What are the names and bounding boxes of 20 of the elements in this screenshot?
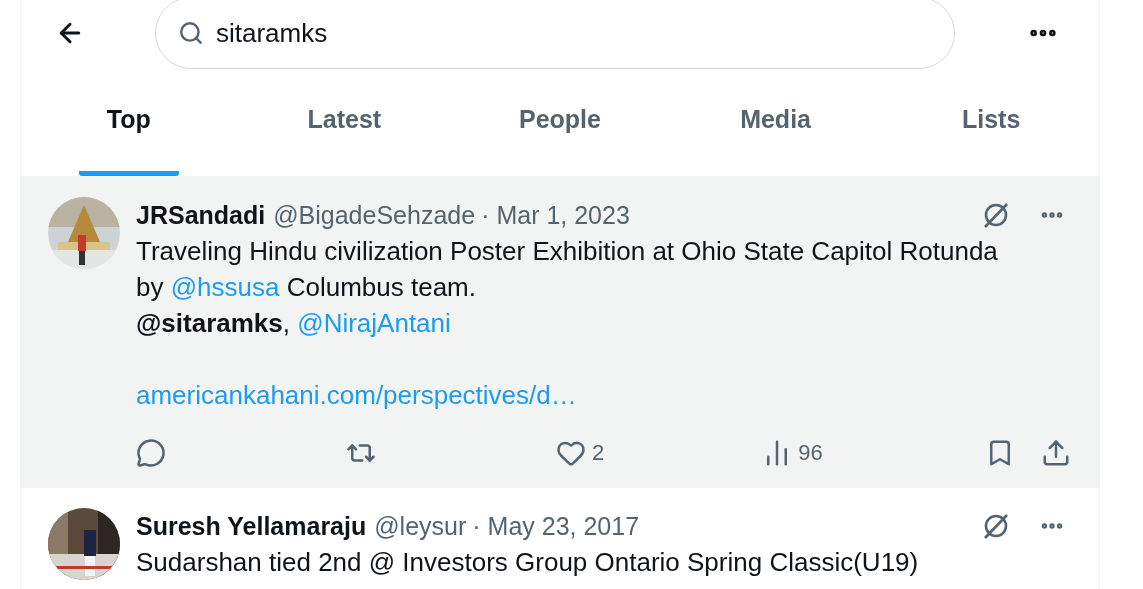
tweet-text: Traveling Hindu civilization Poster Exhibition at Ohio State Capitol Rotunda by @hssusa Columbus team.: [136, 235, 999, 304]
tweet-text: Sudarshan tied 2nd @ Investors Group Ontario Spring Classic(U19): [136, 546, 920, 579]
share-icon[interactable]: [1041, 438, 1071, 468]
user-handle[interactable]: @leysur: [374, 511, 467, 541]
tab[interactable]: Lists: [934, 68, 1049, 176]
search-input[interactable]: sitaramks: [214, 16, 818, 50]
tweet-card[interactable]: [21, 177, 1099, 488]
user-name[interactable]: JRSandadi: [136, 200, 266, 230]
like-button[interactable]: 2: [556, 438, 605, 468]
tweet-date[interactable]: · Mar 1, 2023: [481, 200, 630, 230]
tab[interactable]: Latest: [279, 68, 410, 176]
tweet-text: @sitaramks, @NirajAntani: [136, 307, 452, 340]
tab[interactable]: People: [491, 68, 629, 176]
search-icon: [178, 20, 204, 46]
user-name[interactable]: Suresh Yellamaraju: [136, 511, 367, 541]
reply-icon[interactable]: [136, 438, 166, 468]
tab[interactable]: Media: [712, 68, 839, 176]
tweet-date[interactable]: · May 23, 2017: [472, 511, 640, 541]
views-button[interactable]: 96: [762, 438, 823, 468]
user-handle[interactable]: @BigadeSehzade: [273, 200, 476, 230]
